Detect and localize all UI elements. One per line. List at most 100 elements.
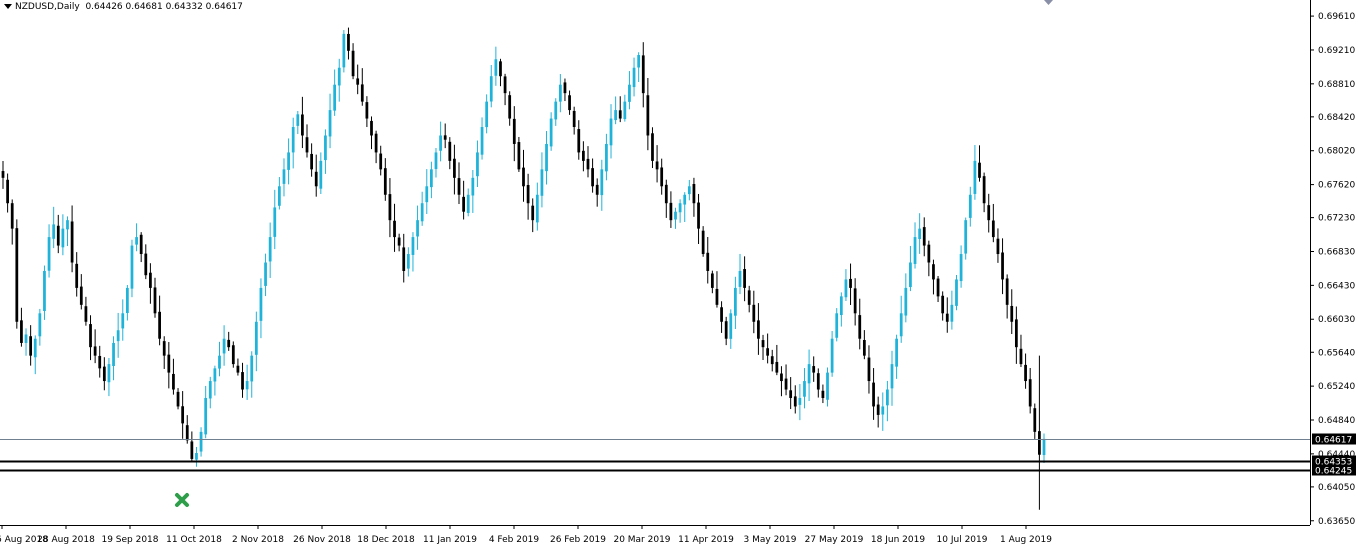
bull-candle	[406, 254, 410, 269]
bear-candle	[70, 221, 74, 263]
y-tick-label: 0.66030	[1318, 315, 1355, 325]
bear-candle	[978, 162, 981, 178]
bear-candle	[1024, 364, 1027, 382]
bear-candle	[655, 161, 659, 170]
bear-candle	[89, 324, 92, 348]
bear-candle	[936, 278, 940, 297]
bear-candle	[706, 252, 710, 271]
bull-candle	[24, 334, 28, 343]
bear-candle	[139, 234, 143, 255]
bear-candle	[757, 320, 760, 339]
bull-candle	[803, 381, 806, 397]
bull-candle	[628, 84, 631, 102]
bear-candle	[374, 133, 378, 153]
y-tick-label: 0.67620	[1318, 181, 1355, 191]
bull-candle	[637, 55, 641, 68]
bull-candle	[678, 203, 682, 213]
bear-candle	[743, 269, 746, 288]
bull-candle	[337, 67, 341, 86]
bear-candle	[821, 390, 825, 398]
y-tick-label: 0.68020	[1318, 147, 1355, 157]
bull-candle	[554, 101, 558, 120]
bear-candle	[370, 120, 373, 136]
bull-candle	[918, 228, 922, 240]
bull-candle	[107, 364, 111, 383]
bear-candle	[591, 168, 594, 187]
bear-candle	[1019, 348, 1023, 365]
bear-candle	[858, 315, 862, 339]
x-tick-label: 1 Aug 2019	[1000, 535, 1052, 545]
bear-candle	[457, 178, 461, 195]
bear-candle	[172, 373, 175, 390]
bear-candle	[853, 288, 857, 314]
bear-candle	[641, 55, 645, 94]
bear-candle	[775, 361, 779, 373]
bull-candle	[540, 169, 544, 196]
bull-candle	[439, 135, 442, 151]
bear-candle	[1, 171, 5, 178]
bear-candle	[849, 278, 852, 288]
bear-candle	[941, 295, 945, 314]
bull-candle	[549, 118, 553, 147]
bear-candle	[351, 50, 355, 77]
bull-candle	[33, 338, 37, 358]
bull-candle	[287, 152, 290, 170]
bear-candle	[692, 184, 696, 204]
bull-candle	[61, 228, 65, 248]
bear-candle	[347, 33, 350, 51]
bear-candle	[1038, 431, 1041, 455]
y-tick-label: 0.64840	[1318, 416, 1355, 426]
bear-candle	[876, 404, 880, 415]
bull-candle	[807, 364, 811, 384]
chart-header: NZDUSD,Daily 0.64426 0.64681 0.64332 0.6…	[4, 2, 243, 12]
bear-candle	[508, 95, 512, 119]
bear-candle	[167, 354, 171, 373]
bear-candle	[365, 102, 369, 119]
bull-candle	[890, 364, 894, 389]
bull-candle	[218, 355, 221, 369]
bull-candle	[471, 177, 475, 196]
bull-candle	[558, 84, 562, 102]
bull-candle	[250, 355, 254, 382]
dropdown-triangle-icon[interactable]	[4, 4, 12, 9]
bull-candle	[968, 194, 972, 218]
bear-candle	[56, 225, 60, 246]
y-tick-label: 0.68420	[1318, 113, 1355, 123]
bull-candle	[600, 169, 604, 196]
bull-candle	[282, 169, 286, 184]
bull-candle	[839, 296, 843, 316]
bear-candle	[867, 357, 871, 382]
bear-candle	[185, 425, 189, 441]
bull-candle	[135, 237, 138, 245]
bear-candle	[360, 84, 364, 102]
y-tick-label: 0.68810	[1318, 80, 1355, 90]
bear-candle	[701, 230, 705, 255]
bull-candle	[881, 406, 885, 415]
bear-candle	[1014, 319, 1018, 348]
bear-candle	[987, 205, 991, 221]
price-chart[interactable]: 0.69610 0.69210 0.68810 0.68420 0.68020 0.676…	[0, 0, 1358, 548]
bull-candle	[324, 135, 327, 161]
bull-candle	[66, 220, 69, 230]
bear-candle	[388, 194, 392, 221]
bear-candle	[393, 220, 396, 238]
bear-candle	[752, 304, 756, 322]
bull-candle	[268, 237, 272, 262]
bear-candle	[568, 95, 571, 111]
bull-candle	[259, 287, 263, 321]
bear-candle	[761, 340, 765, 348]
bull-candle	[112, 342, 115, 366]
bear-candle	[780, 373, 783, 382]
x-tick-label: 26 Feb 2019	[550, 535, 606, 545]
chart-area[interactable]: NZDUSD,Daily 0.64426 0.64681 0.64332 0.6…	[0, 0, 1358, 548]
bull-candle	[434, 152, 438, 170]
bull-candle	[213, 368, 217, 382]
bear-candle	[231, 345, 235, 365]
bear-candle	[789, 390, 793, 398]
bear-candle	[149, 272, 152, 288]
bull-candle	[52, 224, 56, 239]
bear-candle	[932, 264, 935, 280]
bull-candle	[425, 186, 429, 203]
bear-candle	[503, 76, 507, 94]
bear-candle	[872, 382, 875, 407]
